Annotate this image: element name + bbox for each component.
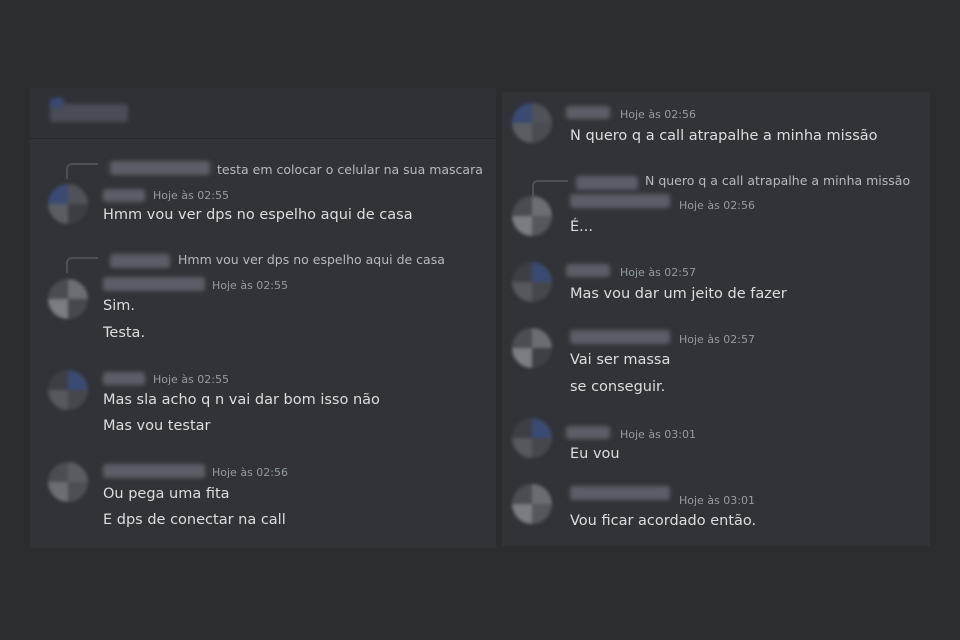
- reply-username-redacted: [110, 161, 210, 175]
- message-text: Testa.: [103, 325, 146, 341]
- message-text: Hmm vou ver dps no espelho aqui de casa: [103, 207, 413, 223]
- reply-username-redacted: [110, 254, 170, 268]
- timestamp: Hoje às 02:55: [212, 279, 288, 292]
- username-redacted[interactable]: [103, 277, 205, 291]
- message-text: Mas vou dar um jeito de fazer: [570, 286, 787, 302]
- avatar[interactable]: [512, 196, 552, 236]
- reply-connector: [66, 163, 98, 179]
- avatar[interactable]: [48, 279, 88, 319]
- timestamp: Hoje às 02:57: [620, 266, 696, 279]
- avatar[interactable]: [512, 262, 552, 302]
- message-text: É...: [570, 219, 593, 235]
- reply-preview[interactable]: testa em colocar o celular na sua mascar…: [217, 162, 483, 177]
- username-redacted[interactable]: [103, 372, 145, 385]
- avatar[interactable]: [512, 328, 552, 368]
- reply-connector: [532, 180, 568, 196]
- avatar[interactable]: [48, 462, 88, 502]
- timestamp: Hoje às 02:56: [679, 199, 755, 212]
- message-text: Mas vou testar: [103, 418, 211, 434]
- message-text: Vou ficar acordado então.: [570, 513, 757, 529]
- username-redacted[interactable]: [566, 426, 610, 439]
- timestamp: Hoje às 02:56: [212, 466, 288, 479]
- channel-header: [30, 88, 496, 139]
- username-redacted[interactable]: [570, 486, 670, 500]
- right-chat-panel: [502, 92, 930, 546]
- channel-icon-redacted: [50, 98, 64, 108]
- timestamp: Hoje às 03:01: [620, 428, 696, 441]
- avatar[interactable]: [512, 103, 552, 143]
- username-redacted[interactable]: [566, 106, 610, 119]
- message-text: Eu vou: [570, 446, 620, 462]
- username-redacted[interactable]: [103, 189, 145, 202]
- left-chat-panel: [30, 88, 496, 548]
- reply-preview[interactable]: Hmm vou ver dps no espelho aqui de casa: [178, 252, 445, 267]
- username-redacted[interactable]: [566, 264, 610, 277]
- avatar[interactable]: [512, 418, 552, 458]
- reply-username-redacted: [576, 176, 638, 190]
- message-text: N quero q a call atrapalhe a minha missã…: [570, 128, 878, 144]
- timestamp: Hoje às 02:55: [153, 373, 229, 386]
- timestamp: Hoje às 02:56: [620, 108, 696, 121]
- message-text: Sim.: [103, 298, 135, 314]
- reply-connector: [66, 257, 98, 273]
- username-redacted[interactable]: [570, 330, 670, 344]
- avatar[interactable]: [512, 484, 552, 524]
- username-redacted[interactable]: [570, 194, 670, 208]
- reply-preview[interactable]: N quero q a call atrapalhe a minha missã…: [645, 173, 910, 188]
- username-redacted[interactable]: [103, 464, 205, 478]
- timestamp: Hoje às 02:57: [679, 333, 755, 346]
- avatar[interactable]: [48, 184, 88, 224]
- message-text: Ou pega uma fita: [103, 486, 230, 502]
- timestamp: Hoje às 02:55: [153, 189, 229, 202]
- timestamp: Hoje às 03:01: [679, 494, 755, 507]
- message-text: E dps de conectar na call: [103, 512, 286, 528]
- message-text: Vai ser massa: [570, 352, 671, 368]
- message-text: Mas sla acho q n vai dar bom isso não: [103, 392, 380, 408]
- avatar[interactable]: [48, 370, 88, 410]
- message-text: se conseguir.: [570, 379, 666, 395]
